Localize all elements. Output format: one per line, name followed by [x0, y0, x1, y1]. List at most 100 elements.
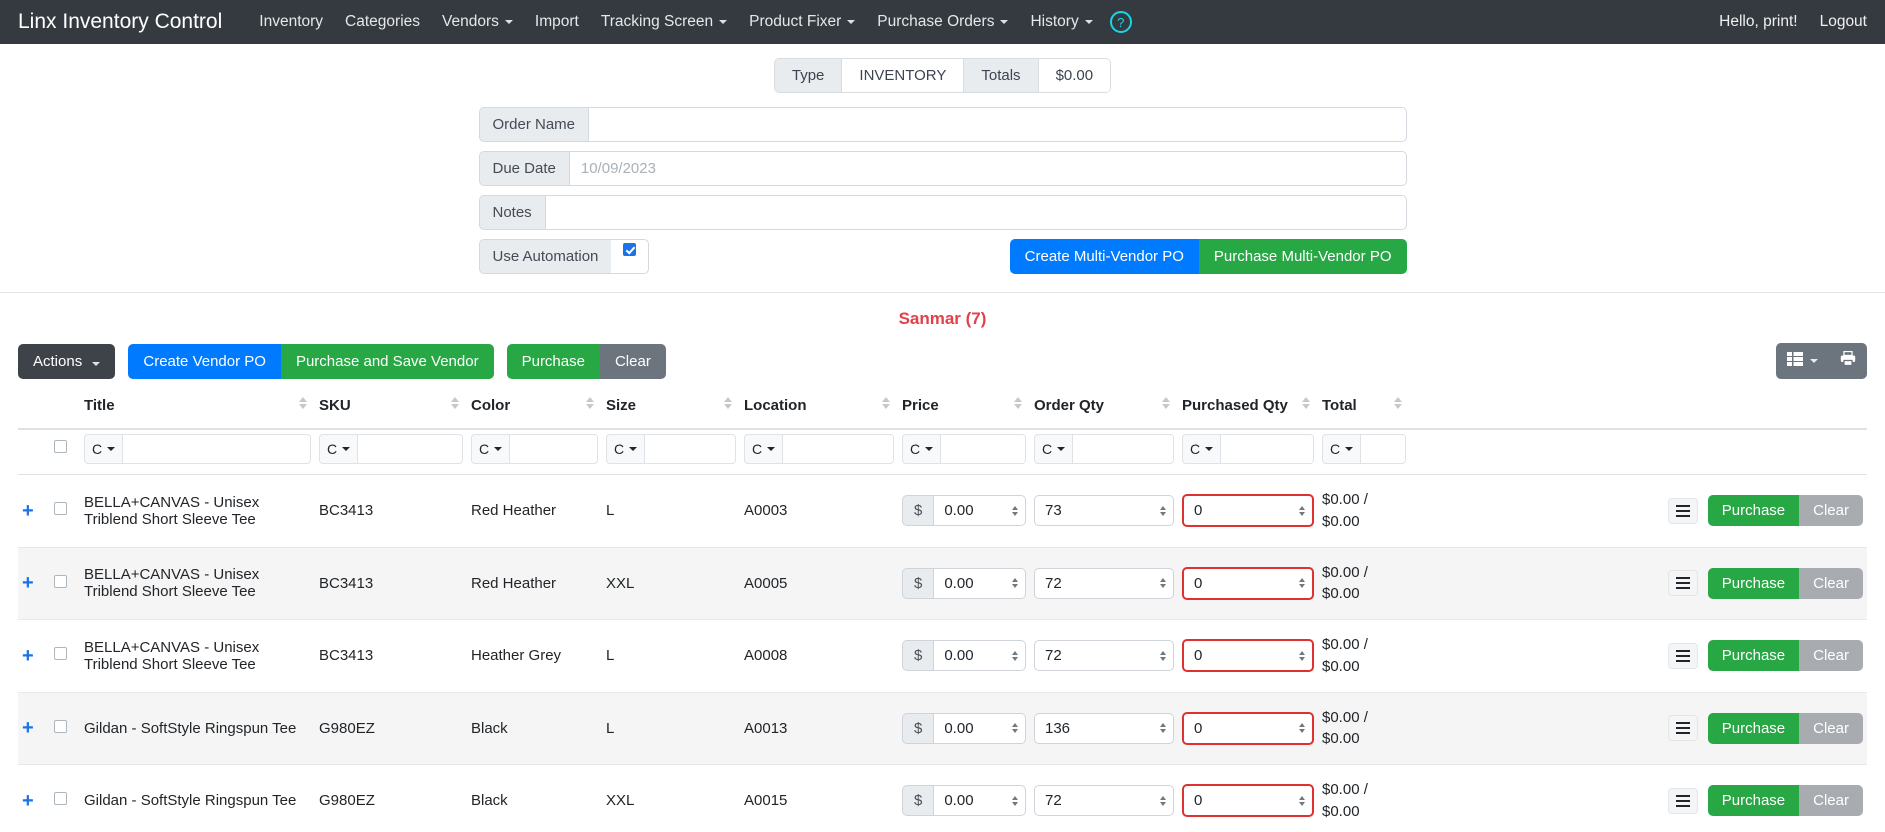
sort-icon[interactable] — [299, 397, 307, 409]
expand-row-icon[interactable]: + — [22, 790, 34, 812]
row-select-checkbox[interactable] — [54, 792, 67, 806]
row-purchase-button[interactable]: Purchase — [1707, 640, 1800, 672]
sort-icon[interactable] — [1162, 397, 1170, 409]
price-input[interactable]: 0.00 — [933, 495, 1026, 527]
sort-icon[interactable] — [1394, 397, 1402, 409]
purchased-qty-stepper[interactable] — [1299, 795, 1305, 806]
row-select-checkbox[interactable] — [54, 502, 67, 516]
sort-icon[interactable] — [586, 397, 594, 409]
order-qty-stepper[interactable] — [1160, 795, 1166, 806]
price-stepper[interactable] — [1012, 505, 1018, 516]
column-header-location[interactable]: Location — [740, 391, 898, 430]
nav-item-tracking-screen[interactable]: Tracking Screen — [590, 7, 738, 37]
purchase-button[interactable]: Purchase — [506, 343, 600, 379]
use-automation-checkbox[interactable] — [623, 243, 637, 256]
print-button[interactable] — [1829, 343, 1867, 379]
sort-icon[interactable] — [1302, 397, 1310, 409]
totals-label-button[interactable]: Totals — [964, 58, 1039, 93]
row-purchase-button[interactable]: Purchase — [1707, 785, 1800, 817]
order-name-input[interactable] — [588, 107, 1407, 142]
filter-condition-select[interactable]: C — [319, 434, 358, 464]
price-stepper[interactable] — [1012, 578, 1018, 589]
filter-condition-select[interactable]: C — [902, 434, 941, 464]
column-header-sku[interactable]: SKU — [315, 391, 467, 430]
order-qty-stepper[interactable] — [1160, 723, 1166, 734]
filter-condition-select[interactable]: C — [84, 434, 123, 464]
row-select-checkbox[interactable] — [54, 574, 67, 588]
type-label-button[interactable]: Type — [773, 58, 843, 93]
row-menu-icon[interactable] — [1667, 642, 1698, 669]
filter-input[interactable] — [644, 434, 736, 464]
create-vendor-po-button[interactable]: Create Vendor PO — [128, 343, 281, 379]
purchased-qty-input[interactable]: 0 — [1182, 566, 1314, 600]
purchased-qty-stepper[interactable] — [1299, 723, 1305, 734]
price-input[interactable]: 0.00 — [933, 567, 1026, 599]
row-purchase-button[interactable]: Purchase — [1707, 495, 1800, 527]
row-clear-button[interactable]: Clear — [1799, 785, 1863, 817]
nav-item-purchase-orders[interactable]: Purchase Orders — [866, 7, 1019, 37]
nav-item-inventory[interactable]: Inventory — [248, 7, 334, 37]
filter-input[interactable] — [1360, 434, 1406, 464]
expand-row-icon[interactable]: + — [22, 645, 34, 667]
filter-input[interactable] — [1220, 434, 1314, 464]
row-select-checkbox[interactable] — [54, 719, 67, 733]
price-input[interactable]: 0.00 — [933, 785, 1026, 817]
purchased-qty-stepper[interactable] — [1299, 578, 1305, 589]
row-menu-icon[interactable] — [1667, 570, 1698, 597]
expand-row-icon[interactable]: + — [22, 500, 34, 522]
nav-item-history[interactable]: History — [1019, 7, 1103, 37]
row-clear-button[interactable]: Clear — [1799, 567, 1863, 599]
purchased-qty-input[interactable]: 0 — [1182, 711, 1314, 745]
order-qty-input[interactable]: 136 — [1034, 712, 1174, 744]
expand-row-icon[interactable]: + — [22, 572, 34, 594]
row-purchase-button[interactable]: Purchase — [1707, 712, 1800, 744]
app-brand[interactable]: Linx Inventory Control — [18, 10, 222, 34]
purchased-qty-input[interactable]: 0 — [1182, 784, 1314, 818]
nav-item-vendors[interactable]: Vendors — [431, 7, 524, 37]
order-qty-stepper[interactable] — [1160, 650, 1166, 661]
column-header-title[interactable]: Title — [80, 391, 315, 430]
clear-button[interactable]: Clear — [599, 343, 666, 379]
order-qty-stepper[interactable] — [1160, 505, 1166, 516]
price-stepper[interactable] — [1012, 723, 1018, 734]
row-menu-icon[interactable] — [1667, 787, 1698, 814]
purchased-qty-input[interactable]: 0 — [1182, 494, 1314, 528]
row-clear-button[interactable]: Clear — [1799, 495, 1863, 527]
due-date-input[interactable] — [568, 151, 1407, 186]
inventory-type-button[interactable]: INVENTORY — [842, 58, 965, 93]
select-all-checkbox[interactable] — [54, 440, 67, 453]
purchased-qty-input[interactable]: 0 — [1182, 639, 1314, 673]
filter-condition-select[interactable]: C — [471, 434, 510, 464]
purchase-and-save-vendor-button[interactable]: Purchase and Save Vendor — [280, 343, 494, 379]
row-menu-icon[interactable] — [1667, 715, 1698, 742]
filter-condition-select[interactable]: C — [1034, 434, 1073, 464]
column-header-purchased-qty[interactable]: Purchased Qty — [1178, 391, 1318, 430]
sort-icon[interactable] — [724, 397, 732, 409]
filter-input[interactable] — [509, 434, 598, 464]
totals-value[interactable]: $0.00 — [1038, 58, 1112, 93]
filter-condition-select[interactable]: C — [1182, 434, 1221, 464]
order-qty-input[interactable]: 73 — [1034, 495, 1174, 527]
filter-input[interactable] — [782, 434, 894, 464]
columns-selector-button[interactable] — [1776, 343, 1829, 379]
purchase-multi-vendor-po-button[interactable]: Purchase Multi-Vendor PO — [1198, 239, 1407, 274]
filter-input[interactable] — [122, 434, 311, 464]
help-question-icon[interactable]: ? — [1109, 11, 1132, 33]
actions-dropdown-button[interactable]: Actions — [18, 343, 116, 379]
sort-icon[interactable] — [1014, 397, 1022, 409]
sort-icon[interactable] — [882, 397, 890, 409]
notes-input[interactable] — [544, 195, 1407, 230]
purchased-qty-stepper[interactable] — [1299, 650, 1305, 661]
order-qty-input[interactable]: 72 — [1034, 640, 1174, 672]
row-clear-button[interactable]: Clear — [1799, 712, 1863, 744]
nav-item-categories[interactable]: Categories — [334, 7, 431, 37]
order-qty-input[interactable]: 72 — [1034, 567, 1174, 599]
column-header-total[interactable]: Total — [1318, 391, 1410, 430]
column-header-price[interactable]: Price — [898, 391, 1030, 430]
column-header-order-qty[interactable]: Order Qty — [1030, 391, 1178, 430]
filter-condition-select[interactable]: C — [1322, 434, 1361, 464]
sort-icon[interactable] — [451, 397, 459, 409]
row-clear-button[interactable]: Clear — [1799, 640, 1863, 672]
row-purchase-button[interactable]: Purchase — [1707, 567, 1800, 599]
filter-input[interactable] — [357, 434, 463, 464]
